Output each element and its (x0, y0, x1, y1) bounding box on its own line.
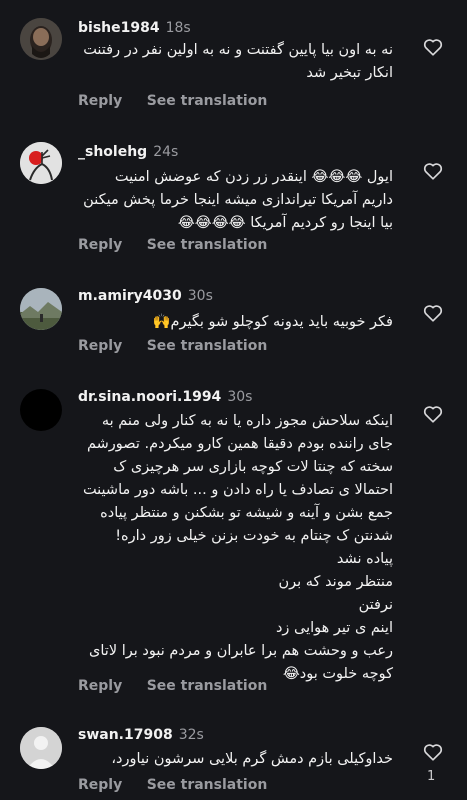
comment-line: ایول 😂😂😂 اینقدر زر زدن که عوضش امنیت (114, 169, 393, 185)
comment-time: 32s (178, 727, 204, 743)
comment-username[interactable]: m.amiry4030 (78, 288, 182, 304)
comment-actions: Reply See translation (78, 678, 267, 694)
see-translation-button[interactable]: See translation (147, 237, 268, 253)
comment-line: جمع بشن و آینه و شیشه تو بشکنن و منتظر پ… (100, 505, 393, 521)
comment-header: dr.sina.noori.1994 30s (78, 389, 252, 405)
comment-text: فکر خوبیه باید یدونه کوچلو شو بگیرم🙌 (78, 311, 393, 334)
see-translation-button[interactable]: See translation (147, 678, 268, 694)
comment-time: 30s (187, 288, 213, 304)
comment-line: احتمالا ی تصادف یا راه دادن و ... باشه د… (82, 482, 393, 498)
comment-line: فکر خوبیه باید یدونه کوچلو شو بگیرم🙌 (152, 314, 393, 330)
comment-line: پیاده نشد (336, 551, 393, 567)
comment-line: رعب و وحشت هم برا عابران و مردم نبود برا… (89, 643, 393, 659)
see-translation-button[interactable]: See translation (147, 777, 268, 793)
comment-header: m.amiry4030 30s (78, 288, 213, 304)
comment-time: 18s (165, 20, 191, 36)
like-count: 1 (427, 769, 436, 784)
comment-time: 30s (227, 389, 253, 405)
reply-button[interactable]: Reply (78, 93, 122, 109)
comment-time: 24s (153, 144, 179, 160)
comment-line: نرفتن (358, 597, 393, 613)
comment-line: جای راننده بودم دقیقا همین کارو میکردم. … (87, 436, 393, 452)
see-translation-button[interactable]: See translation (147, 338, 268, 354)
comment-text: ایول 😂😂😂 اینقدر زر زدن که عوضش امنیت دار… (78, 166, 393, 235)
like-heart-icon[interactable] (422, 741, 444, 763)
reply-button[interactable]: Reply (78, 237, 122, 253)
avatar[interactable] (20, 288, 62, 330)
comment-actions: Reply See translation (78, 777, 267, 793)
comment-header: swan.17908 32s (78, 727, 204, 743)
reply-button[interactable]: Reply (78, 678, 122, 694)
comment-line: اینم ی تیر هوایی زد (275, 620, 393, 636)
comment-line: خداوکیلی بازم دمش گرم بلایی سرشون نیاورد… (111, 751, 393, 767)
comment-username[interactable]: _sholehg (78, 144, 147, 160)
avatar[interactable] (20, 18, 62, 60)
comment-username[interactable]: dr.sina.noori.1994 (78, 389, 221, 405)
avatar[interactable] (20, 142, 62, 184)
like-heart-icon[interactable] (422, 160, 444, 182)
comment-header: _sholehg 24s (78, 144, 178, 160)
comment-text: نه به اون بیا پایین گفتنت و نه به اولین … (78, 39, 393, 85)
comment-line: بیا اینجا رو کردیم آمریکا 😂😂😂😂 (177, 215, 393, 231)
like-heart-icon[interactable] (422, 302, 444, 324)
comment-text: اینکه سلاحش مجوز داره یا نه به کنار ولی … (78, 410, 393, 686)
comment-actions: Reply See translation (78, 237, 267, 253)
comment-line: سخته که چنتا لات کوچه بازاری سر هرچیزی ک (113, 459, 393, 475)
comment-username[interactable]: swan.17908 (78, 727, 173, 743)
avatar[interactable] (20, 727, 62, 769)
reply-button[interactable]: Reply (78, 338, 122, 354)
like-heart-icon[interactable] (422, 403, 444, 425)
comment-text: خداوکیلی بازم دمش گرم بلایی سرشون نیاورد… (78, 748, 393, 771)
comment-header: bishe1984 18s (78, 20, 191, 36)
reply-button[interactable]: Reply (78, 777, 122, 793)
comment-line: انکار تبخیر شد (306, 65, 393, 81)
comment-line: منتظر موند که برن (278, 574, 393, 590)
comment-line: داریم آمریکا تیراندازی میشه اینجا خرما پ… (83, 192, 393, 208)
avatar[interactable] (20, 389, 62, 431)
see-translation-button[interactable]: See translation (147, 93, 268, 109)
comment-line: نه به اون بیا پایین گفتنت و نه به اولین … (83, 42, 393, 58)
comment-line: شدنتن ک چنتام به خودت بزنن خیلی زور داره… (115, 528, 393, 544)
comment-actions: Reply See translation (78, 338, 267, 354)
like-heart-icon[interactable] (422, 36, 444, 58)
comment-username[interactable]: bishe1984 (78, 20, 160, 36)
comment-line: اینکه سلاحش مجوز داره یا نه به کنار ولی … (101, 413, 393, 429)
comment-actions: Reply See translation (78, 93, 267, 109)
